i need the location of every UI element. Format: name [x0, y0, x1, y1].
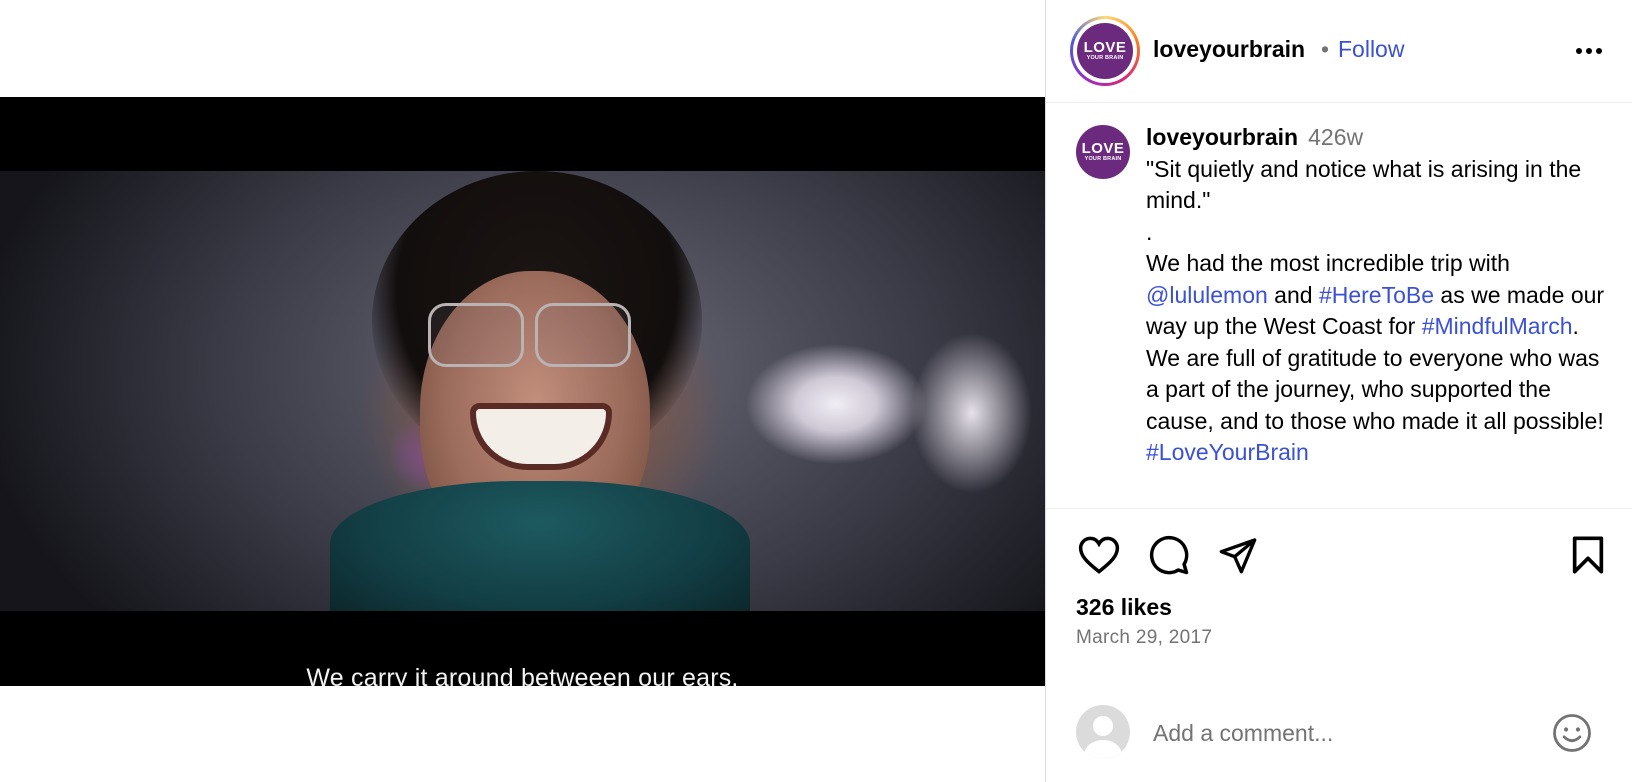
mention-lululemon[interactable]: @lululemon — [1146, 282, 1268, 308]
comment-button[interactable] — [1147, 533, 1191, 577]
logo-text-your-brain: YOUR BRAIN — [1086, 54, 1124, 61]
caption-body-2: and — [1267, 281, 1319, 308]
caption-text: loveyourbrain 426w "Sit quietly and notic… — [1146, 122, 1606, 469]
brand-logo: LOVE YOUR BRAIN — [1077, 23, 1133, 79]
save-button[interactable] — [1566, 533, 1610, 577]
emoji-icon — [1553, 714, 1591, 752]
caption-time-ago[interactable]: 426w — [1308, 124, 1363, 150]
video-player[interactable]: We carry it around betweeen our ears. — [0, 97, 1045, 686]
more-options-icon — [1576, 48, 1582, 54]
like-button[interactable] — [1077, 533, 1121, 577]
emoji-button[interactable] — [1551, 712, 1593, 754]
media-area: We carry it around betweeen our ears. — [0, 0, 1045, 782]
hashtag-heretobe[interactable]: #HereToBe — [1319, 282, 1434, 308]
header-username[interactable]: loveyourbrain — [1153, 36, 1305, 63]
post-header: LOVE YOUR BRAIN loveyourbrain • Follow — [1046, 0, 1632, 103]
comment-input[interactable] — [1151, 715, 1535, 751]
more-options-button[interactable] — [1569, 36, 1609, 66]
caption-section: LOVE YOUR BRAIN loveyourbrain 426w "Sit q… — [1046, 102, 1632, 509]
brand-logo-small: LOVE YOUR BRAIN — [1076, 125, 1130, 179]
post-side-panel: LOVE YOUR BRAIN loveyourbrain • Follow L… — [1045, 0, 1632, 782]
caption-avatar[interactable]: LOVE YOUR BRAIN — [1076, 125, 1130, 179]
header-avatar[interactable]: LOVE YOUR BRAIN — [1070, 16, 1140, 86]
comment-bar — [1046, 700, 1632, 764]
heart-icon — [1078, 536, 1120, 574]
default-avatar-icon — [1084, 716, 1122, 759]
video-glasses-right — [535, 303, 631, 367]
caption-body-1: We had the most incredible trip with — [1146, 250, 1510, 276]
caption-username[interactable]: loveyourbrain — [1146, 124, 1298, 150]
bookmark-icon — [1572, 536, 1604, 574]
video-frame — [0, 171, 1045, 611]
likes-count[interactable]: 326 likes — [1076, 594, 1172, 621]
video-glasses-left — [428, 303, 524, 367]
post-date[interactable]: March 29, 2017 — [1076, 627, 1212, 649]
user-avatar — [1076, 705, 1130, 759]
hashtag-mindfulmarch[interactable]: #MindfulMarch — [1422, 313, 1573, 339]
video-subtitle: We carry it around betweeen our ears. — [306, 664, 739, 686]
header-separator: • — [1321, 36, 1330, 62]
share-button[interactable] — [1216, 533, 1260, 577]
comment-icon — [1149, 535, 1189, 575]
video-person-jacket — [330, 481, 750, 611]
action-bar — [1046, 533, 1632, 578]
caption-quote: "Sit quietly and notice what is arising … — [1146, 155, 1582, 214]
logo-text-love: LOVE — [1083, 38, 1127, 56]
follow-button[interactable]: Follow — [1338, 36, 1404, 63]
share-icon — [1219, 538, 1257, 574]
hashtag-loveyourbrain[interactable]: #LoveYourBrain — [1146, 439, 1309, 465]
caption-dot: . — [1146, 218, 1153, 245]
